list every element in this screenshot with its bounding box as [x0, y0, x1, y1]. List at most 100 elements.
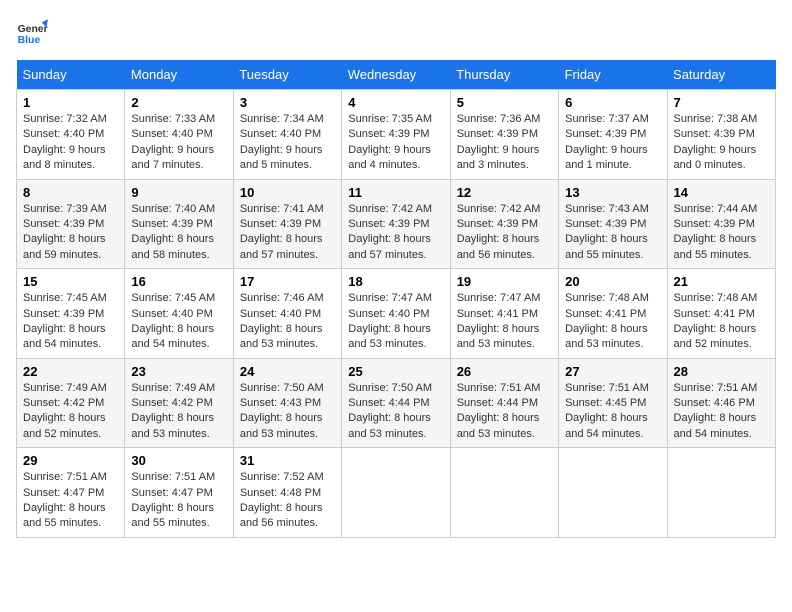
calendar-cell: 21 Sunrise: 7:48 AMSunset: 4:41 PMDayligh… [667, 269, 775, 359]
week-row-3: 15Sunrise: 7:45 AMSunset: 4:39 PMDayligh… [17, 269, 776, 359]
day-number: 12 [457, 185, 552, 200]
week-row-2: 8 Sunrise: 7:39 AMSunset: 4:39 PMDaylight… [17, 179, 776, 269]
day-number: 28 [674, 364, 769, 379]
weekday-header-row: SundayMondayTuesdayWednesdayThursdayFrid… [17, 60, 776, 90]
day-content: Sunrise: 7:51 AMSunset: 4:47 PMDaylight:… [131, 470, 226, 532]
day-content: Sunrise: 7:39 AMSunset: 4:39 PMDaylight:… [23, 202, 118, 264]
weekday-sunday: Sunday [17, 60, 125, 90]
day-number: 31 [240, 453, 335, 468]
week-row-1: 1 Sunrise: 7:32 AMSunset: 4:40 PMDaylight… [17, 90, 776, 180]
day-content: Sunrise: 7:38 AMSunset: 4:39 PMDaylight:… [674, 112, 769, 174]
day-content: Sunrise: 7:48 AMSunset: 4:41 PMDaylight:… [674, 291, 769, 353]
calendar-cell: 9Sunrise: 7:40 AMSunset: 4:39 PMDaylight… [125, 179, 233, 269]
day-content: Sunrise: 7:51 AMSunset: 4:46 PMDaylight:… [674, 381, 769, 443]
day-number: 17 [240, 274, 335, 289]
day-number: 22 [23, 364, 118, 379]
day-number: 30 [131, 453, 226, 468]
day-number: 2 [131, 95, 226, 110]
day-number: 10 [240, 185, 335, 200]
calendar-cell [450, 448, 558, 538]
day-number: 29 [23, 453, 118, 468]
day-number: 23 [131, 364, 226, 379]
day-number: 1 [23, 95, 118, 110]
calendar-table: SundayMondayTuesdayWednesdayThursdayFrid… [16, 60, 776, 538]
calendar-cell: 24 Sunrise: 7:50 AMSunset: 4:43 PMDayligh… [233, 358, 341, 448]
calendar-cell: 18Sunrise: 7:47 AMSunset: 4:40 PMDayligh… [342, 269, 450, 359]
weekday-monday: Monday [125, 60, 233, 90]
calendar-cell: 25 Sunrise: 7:50 AMSunset: 4:44 PMDayligh… [342, 358, 450, 448]
day-content: Sunrise: 7:33 AMSunset: 4:40 PMDaylight:… [131, 112, 226, 174]
day-content: Sunrise: 7:34 AMSunset: 4:40 PMDaylight:… [240, 112, 335, 174]
day-content: Sunrise: 7:43 AMSunset: 4:39 PMDaylight:… [565, 202, 660, 264]
day-content: Sunrise: 7:49 AMSunset: 4:42 PMDaylight:… [131, 381, 226, 443]
day-number: 9 [131, 185, 226, 200]
day-number: 14 [674, 185, 769, 200]
calendar-cell: 6 Sunrise: 7:37 AMSunset: 4:39 PMDaylight… [559, 90, 667, 180]
calendar-cell [342, 448, 450, 538]
calendar-cell: 30 Sunrise: 7:51 AMSunset: 4:47 PMDayligh… [125, 448, 233, 538]
calendar-cell: 29 Sunrise: 7:51 AMSunset: 4:47 PMDayligh… [17, 448, 125, 538]
day-content: Sunrise: 7:50 AMSunset: 4:44 PMDaylight:… [348, 381, 443, 443]
calendar-cell: 5 Sunrise: 7:36 AMSunset: 4:39 PMDaylight… [450, 90, 558, 180]
calendar-cell: 14 Sunrise: 7:44 AMSunset: 4:39 PMDayligh… [667, 179, 775, 269]
week-row-5: 29 Sunrise: 7:51 AMSunset: 4:47 PMDayligh… [17, 448, 776, 538]
day-number: 24 [240, 364, 335, 379]
day-content: Sunrise: 7:36 AMSunset: 4:39 PMDaylight:… [457, 112, 552, 174]
calendar-cell: 8 Sunrise: 7:39 AMSunset: 4:39 PMDaylight… [17, 179, 125, 269]
day-number: 6 [565, 95, 660, 110]
calendar-cell: 19Sunrise: 7:47 AMSunset: 4:41 PMDayligh… [450, 269, 558, 359]
day-content: Sunrise: 7:51 AMSunset: 4:45 PMDaylight:… [565, 381, 660, 443]
page-header: General Blue [16, 16, 776, 48]
calendar-body: 1 Sunrise: 7:32 AMSunset: 4:40 PMDaylight… [17, 90, 776, 538]
day-number: 3 [240, 95, 335, 110]
calendar-cell: 28 Sunrise: 7:51 AMSunset: 4:46 PMDayligh… [667, 358, 775, 448]
week-row-4: 22 Sunrise: 7:49 AMSunset: 4:42 PMDayligh… [17, 358, 776, 448]
day-number: 5 [457, 95, 552, 110]
weekday-wednesday: Wednesday [342, 60, 450, 90]
day-number: 21 [674, 274, 769, 289]
calendar-cell: 10Sunrise: 7:41 AMSunset: 4:39 PMDayligh… [233, 179, 341, 269]
day-content: Sunrise: 7:52 AMSunset: 4:48 PMDaylight:… [240, 470, 335, 532]
day-content: Sunrise: 7:49 AMSunset: 4:42 PMDaylight:… [23, 381, 118, 443]
calendar-cell: 2 Sunrise: 7:33 AMSunset: 4:40 PMDaylight… [125, 90, 233, 180]
day-content: Sunrise: 7:37 AMSunset: 4:39 PMDaylight:… [565, 112, 660, 174]
day-content: Sunrise: 7:48 AMSunset: 4:41 PMDaylight:… [565, 291, 660, 353]
logo: General Blue [16, 16, 48, 48]
day-number: 18 [348, 274, 443, 289]
calendar-cell [667, 448, 775, 538]
calendar-cell: 3 Sunrise: 7:34 AMSunset: 4:40 PMDaylight… [233, 90, 341, 180]
day-content: Sunrise: 7:35 AMSunset: 4:39 PMDaylight:… [348, 112, 443, 174]
calendar-cell: 13 Sunrise: 7:43 AMSunset: 4:39 PMDayligh… [559, 179, 667, 269]
day-content: Sunrise: 7:44 AMSunset: 4:39 PMDaylight:… [674, 202, 769, 264]
day-number: 13 [565, 185, 660, 200]
calendar-cell: 11Sunrise: 7:42 AMSunset: 4:39 PMDayligh… [342, 179, 450, 269]
day-number: 4 [348, 95, 443, 110]
day-number: 8 [23, 185, 118, 200]
day-number: 26 [457, 364, 552, 379]
day-number: 15 [23, 274, 118, 289]
day-number: 20 [565, 274, 660, 289]
day-content: Sunrise: 7:42 AMSunset: 4:39 PMDaylight:… [457, 202, 552, 264]
day-number: 27 [565, 364, 660, 379]
day-content: Sunrise: 7:47 AMSunset: 4:41 PMDaylight:… [457, 291, 552, 353]
day-content: Sunrise: 7:32 AMSunset: 4:40 PMDaylight:… [23, 112, 118, 174]
calendar-cell: 16 Sunrise: 7:45 AMSunset: 4:40 PMDayligh… [125, 269, 233, 359]
calendar-cell: 12 Sunrise: 7:42 AMSunset: 4:39 PMDayligh… [450, 179, 558, 269]
day-content: Sunrise: 7:51 AMSunset: 4:47 PMDaylight:… [23, 470, 118, 532]
calendar-cell: 22 Sunrise: 7:49 AMSunset: 4:42 PMDayligh… [17, 358, 125, 448]
day-content: Sunrise: 7:46 AMSunset: 4:40 PMDaylight:… [240, 291, 335, 353]
calendar-cell: 7 Sunrise: 7:38 AMSunset: 4:39 PMDaylight… [667, 90, 775, 180]
calendar-cell [559, 448, 667, 538]
day-number: 16 [131, 274, 226, 289]
day-number: 11 [348, 185, 443, 200]
calendar-cell: 31 Sunrise: 7:52 AMSunset: 4:48 PMDayligh… [233, 448, 341, 538]
calendar-cell: 20 Sunrise: 7:48 AMSunset: 4:41 PMDayligh… [559, 269, 667, 359]
calendar-cell: 4 Sunrise: 7:35 AMSunset: 4:39 PMDaylight… [342, 90, 450, 180]
day-content: Sunrise: 7:50 AMSunset: 4:43 PMDaylight:… [240, 381, 335, 443]
calendar-cell: 1 Sunrise: 7:32 AMSunset: 4:40 PMDaylight… [17, 90, 125, 180]
day-content: Sunrise: 7:45 AMSunset: 4:40 PMDaylight:… [131, 291, 226, 353]
day-number: 25 [348, 364, 443, 379]
day-number: 7 [674, 95, 769, 110]
day-content: Sunrise: 7:51 AMSunset: 4:44 PMDaylight:… [457, 381, 552, 443]
calendar-cell: 27 Sunrise: 7:51 AMSunset: 4:45 PMDayligh… [559, 358, 667, 448]
